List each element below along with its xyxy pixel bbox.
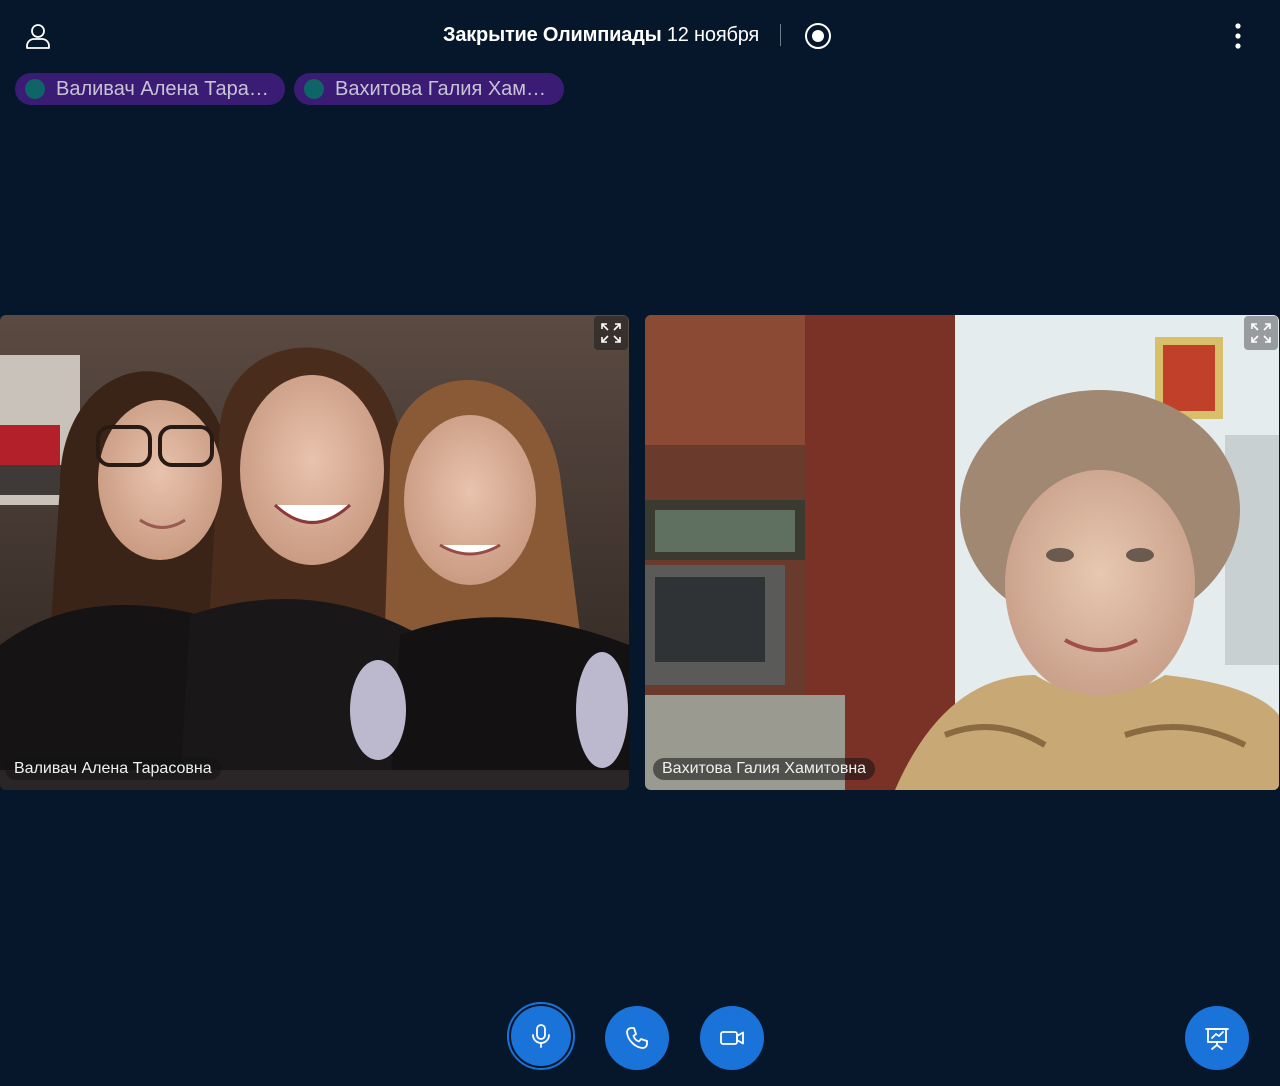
speaker-chip[interactable]: Валивач Алена Тарасовна	[15, 73, 285, 105]
speaker-chip-label: Валивач Алена Тарасовна	[56, 77, 276, 100]
video-conference-app: Закрытие Олимпиады 12 ноября Валивач Але…	[0, 0, 1280, 1086]
speaker-chip-label: Вахитова Галия Хамитовна	[335, 77, 555, 100]
speaker-indicator	[304, 79, 324, 99]
meeting-title: Закрытие Олимпиады 12 ноября	[443, 24, 759, 47]
expand-button[interactable]	[594, 316, 628, 350]
expand-icon	[1251, 323, 1271, 343]
participant-name-label: Валивач Алена Тарасовна	[5, 758, 221, 780]
video-camera-icon	[720, 1031, 744, 1045]
microphone-button[interactable]	[511, 1006, 571, 1066]
more-options-button[interactable]	[1226, 22, 1250, 50]
meeting-date: 12 ноября	[666, 24, 760, 46]
camera-button[interactable]	[700, 1006, 764, 1070]
hang-up-button[interactable]	[605, 1006, 669, 1070]
user-button[interactable]	[22, 20, 54, 52]
header: Закрытие Олимпиады 12 ноября	[0, 0, 1280, 72]
user-icon	[26, 24, 50, 49]
speaker-indicator	[25, 79, 45, 99]
meeting-title-text: Закрытие Олимпиады	[443, 24, 662, 46]
speaker-chip[interactable]: Вахитова Галия Хамитовна	[294, 73, 564, 105]
expand-icon	[601, 323, 621, 343]
video-feed	[645, 315, 1279, 790]
phone-icon	[626, 1027, 648, 1049]
screen-share-icon	[1205, 1028, 1229, 1050]
title-divider	[780, 24, 781, 46]
microphone-icon	[532, 1024, 550, 1048]
video-tile[interactable]: Вахитова Галия Хамитовна	[645, 315, 1279, 790]
record-button[interactable]	[804, 22, 832, 50]
active-speakers: Валивач Алена Тарасовна Вахитова Галия Х…	[15, 73, 564, 105]
more-vertical-icon	[1235, 23, 1241, 49]
record-icon	[805, 23, 831, 49]
video-feed	[0, 315, 629, 790]
participant-name-label: Вахитова Галия Хамитовна	[653, 758, 876, 780]
screen-share-button[interactable]	[1185, 1006, 1249, 1070]
video-tile[interactable]: Валивач Алена Тарасовна	[0, 315, 629, 790]
expand-button[interactable]	[1244, 316, 1278, 350]
